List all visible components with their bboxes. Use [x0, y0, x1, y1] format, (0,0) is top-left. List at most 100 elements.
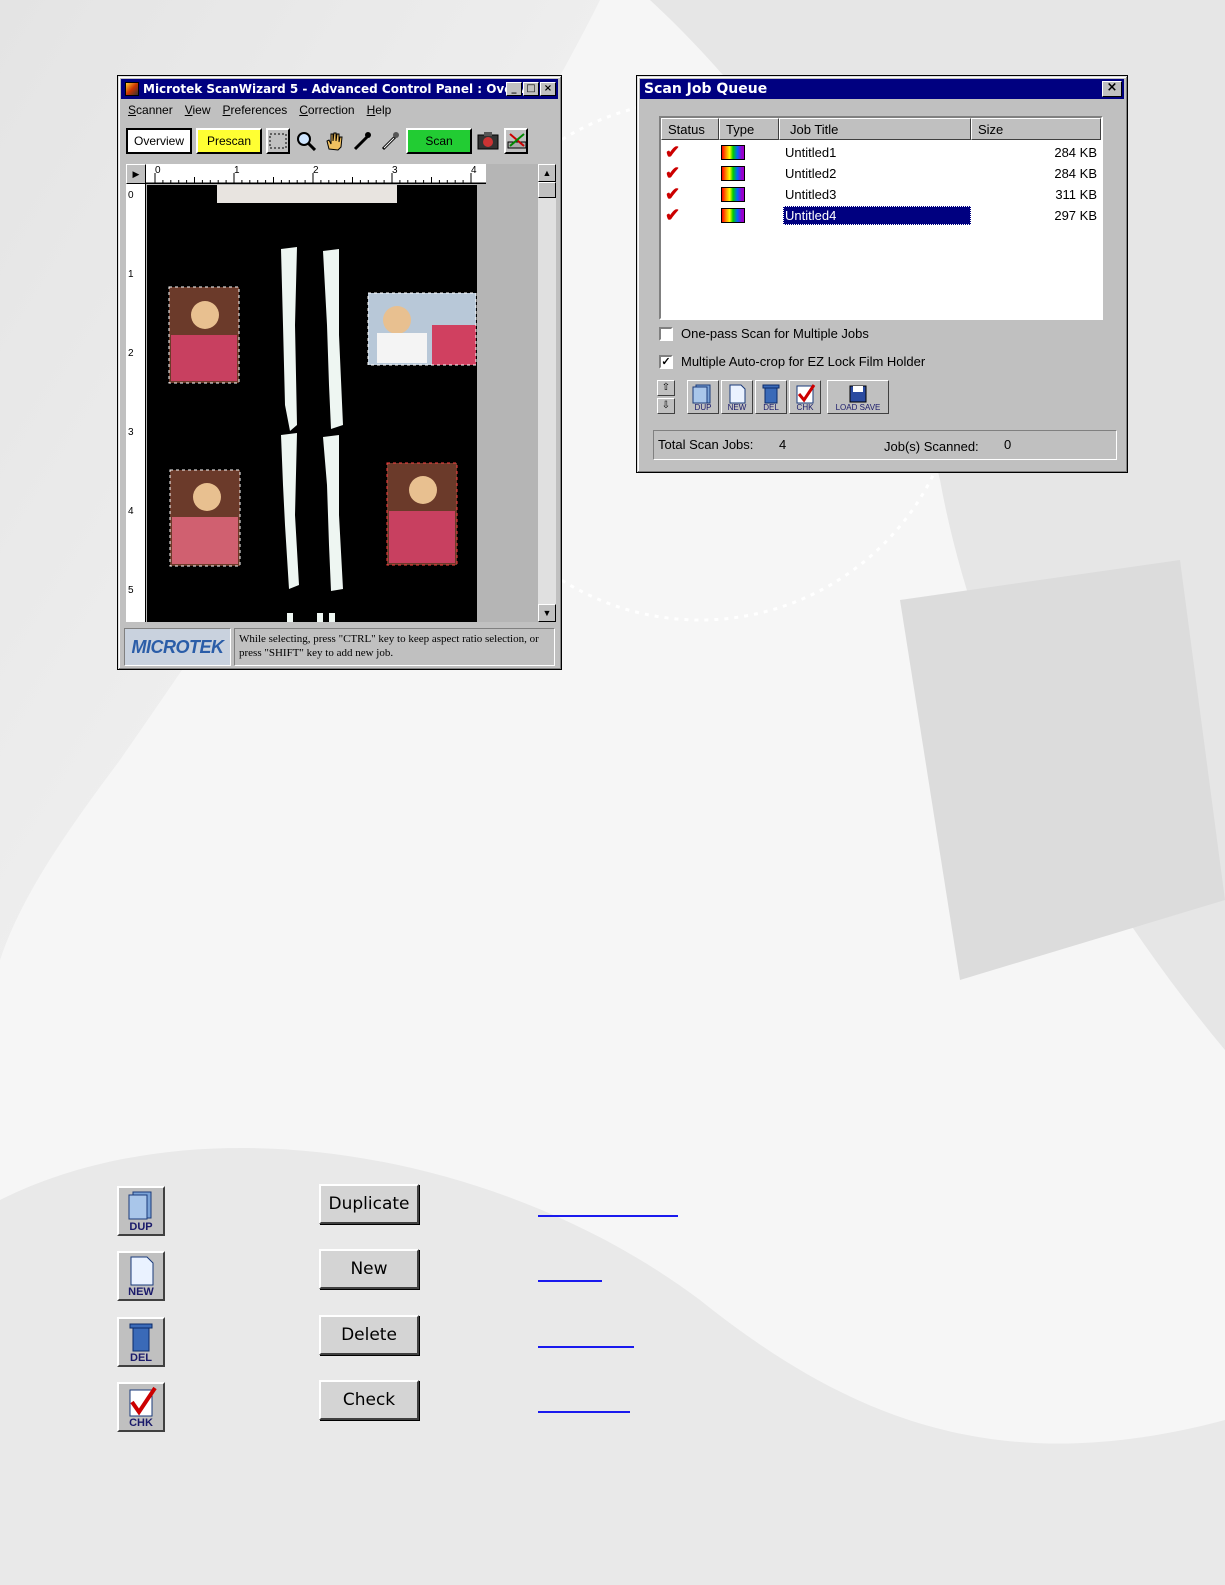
status-bar: MICROTEK While selecting, press "CTRL" k…	[124, 628, 555, 666]
jobs-scanned-label: Job(s) Scanned:	[884, 439, 979, 454]
job-row[interactable]: ✔ Untitled2 284 KB	[661, 163, 1101, 184]
chk-icon: CHK	[117, 1382, 165, 1432]
job-title: Untitled2	[785, 166, 837, 181]
hand-icon[interactable]	[322, 128, 346, 154]
new-label: NEW	[727, 403, 747, 412]
column-status[interactable]: Status	[661, 118, 719, 140]
preview-area: ▶ 0 1 2 3 4 0 1 2 3 4 5 ▲ ▼	[126, 164, 556, 622]
check-button[interactable]: Check	[319, 1380, 419, 1420]
chk-icon-label: CHK	[129, 1417, 153, 1429]
job-list[interactable]: Status Type Job Title Size ✔ Untitled1 2…	[659, 116, 1103, 320]
camera-icon[interactable]	[476, 128, 500, 154]
total-jobs-value: 4	[779, 437, 787, 452]
duplicate-button[interactable]: Duplicate	[319, 1184, 419, 1224]
eyedropper-white-icon[interactable]	[378, 128, 402, 154]
duplicate-job-button[interactable]: DUP	[687, 380, 719, 414]
ruler-toggle-button[interactable]: ▶	[126, 164, 146, 184]
job-size: 297 KB	[1054, 208, 1097, 223]
window-title: Microtek ScanWizard 5 - Advanced Control…	[143, 82, 544, 96]
color-type-icon	[721, 187, 745, 202]
menu-view[interactable]: View	[185, 103, 211, 117]
new-button[interactable]: New	[319, 1249, 419, 1289]
ruler-top: 0 1 2 3 4	[146, 164, 486, 184]
checkbox-box-checked[interactable]: ✓	[659, 354, 673, 369]
ruler-top-label: 2	[313, 165, 319, 176]
checkbox-box[interactable]	[659, 326, 673, 341]
maximize-button[interactable]: □	[523, 82, 539, 96]
menu-scanner[interactable]: Scanner	[128, 103, 173, 117]
scanner-settings-icon[interactable]	[504, 128, 528, 154]
one-pass-checkbox[interactable]: One-pass Scan for Multiple Jobs	[659, 326, 869, 341]
load-save-button[interactable]: LOAD SAVE	[827, 380, 889, 414]
job-title: Untitled4	[783, 206, 971, 225]
job-size: 284 KB	[1054, 145, 1097, 160]
vertical-scrollbar[interactable]: ▲ ▼	[538, 164, 556, 622]
job-size: 311 KB	[1055, 187, 1097, 202]
autocrop-checkbox[interactable]: ✓ Multiple Auto-crop for EZ Lock Film Ho…	[659, 354, 925, 369]
ruler-top-label: 3	[392, 165, 398, 176]
menu-correction[interactable]: Correction	[299, 103, 354, 117]
new-job-button[interactable]: NEW	[721, 380, 753, 414]
scroll-down-button[interactable]: ▼	[538, 604, 556, 622]
job-queue-status-bar: Total Scan Jobs: 4 Job(s) Scanned: 0	[653, 430, 1117, 460]
check-link[interactable]	[538, 1411, 630, 1413]
job-row[interactable]: ✔ Untitled3 311 KB	[661, 184, 1101, 205]
scanwizard-app-icon	[125, 82, 139, 96]
jobs-scanned-value: 0	[1004, 437, 1012, 452]
job-row-selected[interactable]: ✔ Untitled4 297 KB	[661, 205, 1101, 226]
column-job-title[interactable]: Job Title	[779, 118, 971, 140]
move-up-arrow-icon[interactable]: ⇧	[657, 380, 675, 396]
duplicate-link[interactable]	[538, 1215, 678, 1217]
close-button[interactable]: ×	[540, 82, 556, 96]
ruler-left-label: 3	[128, 427, 134, 438]
dup-label: DUP	[694, 403, 712, 412]
ruler-top-label: 0	[155, 165, 161, 176]
scroll-thumb[interactable]	[538, 182, 556, 198]
close-button[interactable]: ×	[1102, 81, 1122, 97]
scroll-up-button[interactable]: ▲	[538, 164, 556, 182]
magnifier-icon[interactable]	[294, 128, 318, 154]
ruler-left-label: 1	[128, 269, 134, 280]
delete-job-button[interactable]: DEL	[755, 380, 787, 414]
ruler-left: 0 1 2 3 4 5	[126, 184, 146, 622]
scan-job-queue-window: Scan Job Queue × Status Type Job Title S…	[636, 75, 1128, 473]
delete-button[interactable]: Delete	[319, 1315, 419, 1355]
chk-label: CHK	[796, 403, 814, 412]
scanwizard-titlebar[interactable]: Microtek ScanWizard 5 - Advanced Control…	[121, 79, 558, 99]
ruler-left-label: 5	[128, 585, 134, 596]
menu-preferences[interactable]: Preferences	[223, 103, 288, 117]
job-list-header: Status Type Job Title Size	[661, 118, 1101, 140]
scanwizard-window: Microtek ScanWizard 5 - Advanced Control…	[117, 75, 562, 670]
color-type-icon	[721, 208, 745, 223]
overview-button[interactable]: Overview	[126, 128, 192, 154]
scan-preview-canvas[interactable]	[147, 185, 477, 622]
marquee-select-icon[interactable]	[266, 128, 290, 154]
microtek-logo: MICROTEK	[124, 628, 231, 666]
check-job-button[interactable]: CHK	[789, 380, 821, 414]
checkbox-label: One-pass Scan for Multiple Jobs	[681, 326, 869, 341]
dup-icon-label: DUP	[129, 1221, 153, 1233]
load-save-label: LOAD SAVE	[835, 403, 881, 412]
prescan-button[interactable]: Prescan	[196, 128, 262, 154]
ruler-top-label: 1	[234, 165, 240, 176]
del-icon-label: DEL	[130, 1352, 152, 1364]
scan-button[interactable]: Scan	[406, 128, 472, 154]
job-queue-titlebar[interactable]: Scan Job Queue ×	[640, 79, 1124, 99]
job-done-check-icon: ✔	[665, 205, 681, 225]
job-done-check-icon: ✔	[665, 163, 681, 183]
delete-link[interactable]	[538, 1346, 634, 1348]
del-label: DEL	[763, 403, 779, 412]
ruler-left-label: 2	[128, 348, 134, 359]
job-row[interactable]: ✔ Untitled1 284 KB	[661, 142, 1101, 163]
minimize-button[interactable]: _	[506, 82, 522, 96]
job-done-check-icon: ✔	[665, 184, 681, 204]
job-done-check-icon: ✔	[665, 142, 681, 162]
new-link[interactable]	[538, 1280, 602, 1282]
column-type[interactable]: Type	[719, 118, 779, 140]
total-jobs-label: Total Scan Jobs:	[658, 437, 754, 452]
move-down-arrow-icon[interactable]: ⇩	[657, 398, 675, 414]
menu-help[interactable]: Help	[367, 103, 392, 117]
scan-job-frame	[386, 462, 458, 566]
eyedropper-icon[interactable]	[350, 128, 374, 154]
column-size[interactable]: Size	[971, 118, 1101, 140]
